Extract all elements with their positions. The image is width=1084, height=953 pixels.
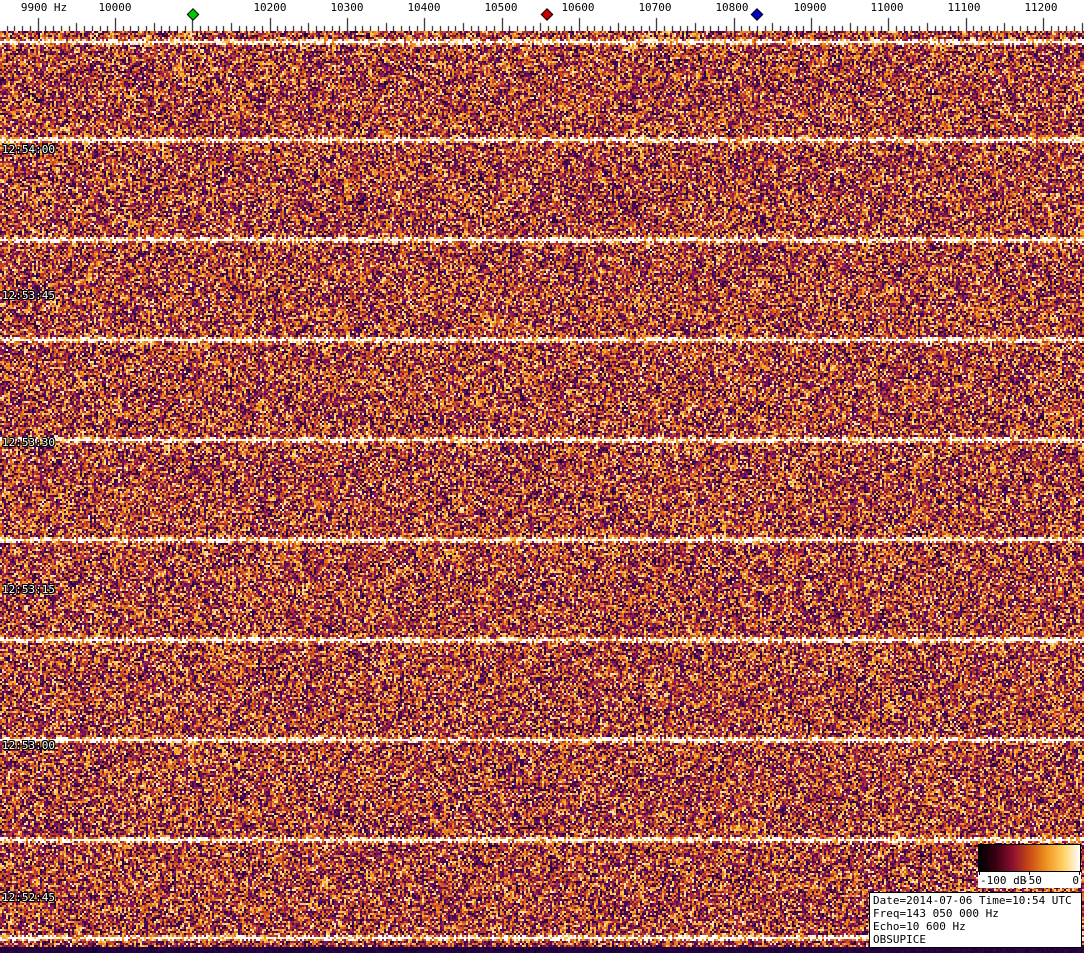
freq-tick-label: 10900	[793, 1, 826, 14]
time-axis-label: 12:54:00	[2, 143, 55, 156]
waterfall-canvas[interactable]	[0, 31, 1084, 953]
colorbar-label-mid: -50	[1022, 874, 1042, 887]
colorbar-gradient	[978, 844, 1081, 872]
info-line-freq: Freq=143 050 000 Hz	[873, 907, 1078, 920]
frequency-ruler: 9900 Hz 10000 10200 10300 10400 10500 10600 107…	[0, 0, 1084, 31]
colorbar-label-max: 0	[1072, 874, 1079, 887]
freq-tick-label: 10700	[638, 1, 671, 14]
spectrogram-window: 9900 Hz 10000 10200 10300 10400 10500 10600 107…	[0, 0, 1084, 953]
freq-tick-label: 10200	[253, 1, 286, 14]
time-axis-label: 12:53:30	[2, 436, 55, 449]
observation-info-box: Date=2014-07-06 Time=10:54 UTC Freq=143 …	[869, 892, 1082, 948]
colorbar-label-min: -100 dB	[980, 874, 1026, 887]
freq-tick-label: 11000	[870, 1, 903, 14]
time-axis-label: 12:53:00	[2, 739, 55, 752]
amplitude-colorbar: -100 dB -50 0	[978, 844, 1081, 888]
colorbar-scale: -100 dB -50 0	[978, 872, 1081, 888]
freq-tick-label: 10800	[715, 1, 748, 14]
freq-tick-label: 11200	[1024, 1, 1057, 14]
freq-tick-label: 10600	[561, 1, 594, 14]
freq-tick-label: 10500	[484, 1, 517, 14]
freq-tick-label: 9900 Hz	[21, 1, 67, 14]
info-line-date: Date=2014-07-06 Time=10:54 UTC	[873, 894, 1078, 907]
colorbar-tick	[1079, 872, 1080, 875]
time-axis-label: 12:53:45	[2, 289, 55, 302]
info-line-station: OBSUPICE	[873, 933, 1078, 946]
info-line-echo: Echo=10 600 Hz	[873, 920, 1078, 933]
time-axis-label: 12:53:15	[2, 583, 55, 596]
freq-tick-label: 10400	[407, 1, 440, 14]
freq-tick-label: 11100	[947, 1, 980, 14]
freq-tick-label: 10300	[330, 1, 363, 14]
freq-tick-label: 10000	[98, 1, 131, 14]
time-axis-label: 12:52:45	[2, 891, 55, 904]
